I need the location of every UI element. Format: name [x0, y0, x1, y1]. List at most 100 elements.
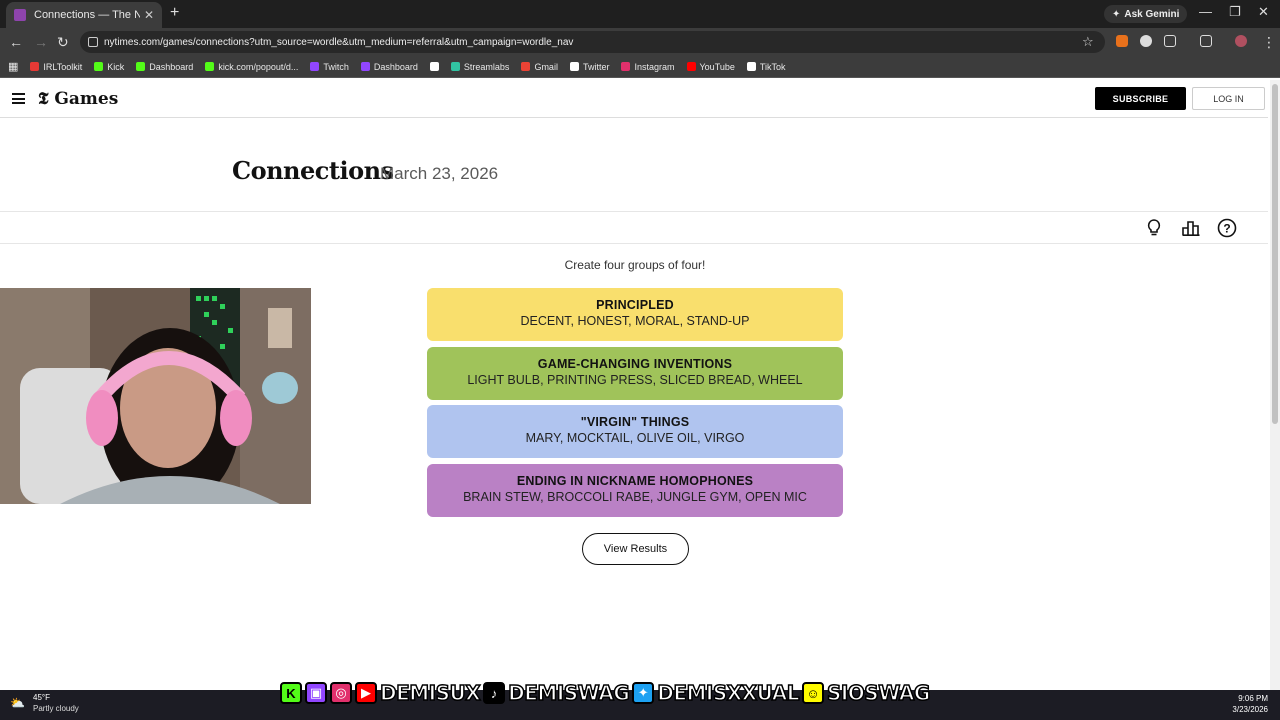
handle-text: DEMISUX	[379, 680, 481, 706]
url-text: nytimes.com/games/connections?utm_source…	[104, 36, 574, 48]
back-icon[interactable]: ←	[9, 34, 23, 50]
bookmark-item[interactable]: Instagram	[621, 61, 675, 72]
bookmark-item[interactable]: YouTube	[686, 62, 735, 72]
bookmark-label: Gmail	[534, 61, 558, 72]
group-members: DECENT, HONEST, MORAL, STAND-UP	[520, 314, 750, 328]
handle-text: DEMISWAG	[507, 680, 630, 706]
site-header: 𝕿 Games SUBSCRIBE LOG IN	[0, 80, 1268, 118]
bookmark-item[interactable]: Dashboard	[136, 62, 193, 72]
close-tab-icon[interactable]: ✕	[144, 8, 154, 22]
bookmark-item[interactable]: Twitch	[310, 62, 349, 72]
close-window-icon[interactable]: ✕	[1258, 4, 1269, 20]
instagram-icon: ◎	[330, 682, 352, 704]
solved-group-purple: ENDING IN NICKNAME HOMOPHONES BRAIN STEW…	[427, 464, 843, 517]
bookmark-item[interactable]: TikTok	[746, 61, 786, 72]
bookmark-label: Streamlabs	[463, 61, 510, 72]
group-members: MARY, MOCKTAIL, OLIVE OIL, VIRGO	[525, 431, 745, 445]
group-members: BRAIN STEW, BROCCOLI RABE, JUNGLE GYM, O…	[463, 490, 807, 504]
instructions-text: Create four groups of four!	[564, 258, 706, 272]
reload-icon[interactable]: ↻	[57, 34, 69, 51]
restore-icon[interactable]: ❐	[1229, 4, 1241, 20]
twitter-icon: ✦	[632, 682, 655, 704]
forward-icon[interactable]: →	[34, 34, 48, 50]
menu-dots-icon[interactable]: ⋮	[1262, 34, 1276, 51]
system-clock[interactable]: 9:06 PM 3/23/2026	[1224, 693, 1268, 715]
youtube-icon: ▶	[355, 682, 377, 704]
bookmark-item[interactable]: Twitter	[569, 61, 610, 72]
divider	[0, 211, 1268, 212]
bookmark-favicon-icon	[30, 62, 40, 71]
bookmark-star-icon[interactable]: ☆	[1082, 34, 1094, 50]
solved-group-green: GAME-CHANGING INVENTIONS LIGHT BULB, PRI…	[427, 347, 843, 400]
page-title: Connections	[232, 156, 394, 185]
browser-toolbar: ← → ↻ nytimes.com/games/connections?utm_…	[0, 28, 1280, 56]
bookmark-favicon-icon	[136, 62, 146, 71]
bookmark-favicon-icon	[205, 62, 215, 71]
bookmark-item[interactable]: kick.com/popout/d...	[205, 62, 298, 72]
side-panel-icon[interactable]	[1200, 35, 1212, 47]
weather-temp: 45°F	[33, 693, 50, 702]
weather-desc: Partly cloudy	[33, 704, 79, 713]
help-icon[interactable]: ?	[1216, 217, 1238, 239]
weather-icon[interactable]: ⛅	[10, 696, 25, 710]
puzzle-date: March 23, 2026	[380, 164, 499, 183]
bookmarks-bar: ▦ IRLToolkit Kick Dashboard kick.com/popout…	[0, 56, 1280, 78]
hamburger-menu-icon[interactable]	[12, 93, 25, 104]
login-button[interactable]: LOG IN	[1192, 87, 1265, 110]
handle-text: DEMISXXUAL	[657, 680, 801, 706]
group-title: "VIRGIN" THINGS	[580, 415, 690, 429]
group-title: ENDING IN NICKNAME HOMOPHONES	[516, 474, 754, 488]
tab-title: Connections — The New York	[34, 9, 140, 21]
extension-icon[interactable]	[1140, 35, 1152, 47]
site-info-icon[interactable]	[88, 37, 98, 47]
minimize-icon[interactable]: —	[1199, 4, 1212, 19]
bookmark-favicon-icon	[429, 62, 439, 71]
bookmark-item[interactable]: Gmail	[521, 62, 558, 72]
bookmark-label: IRLToolkit	[43, 61, 83, 72]
scrollbar-thumb[interactable]	[1272, 84, 1278, 424]
logo-text: Games	[54, 89, 119, 109]
bookmark-favicon-icon	[569, 62, 579, 71]
hint-lightbulb-icon[interactable]	[1143, 217, 1165, 239]
bookmark-item[interactable]	[429, 62, 439, 71]
bookmark-item[interactable]: Streamlabs	[450, 61, 510, 72]
solved-group-blue: "VIRGIN" THINGS MARY, MOCKTAIL, OLIVE OI…	[427, 405, 843, 458]
nyt-games-logo[interactable]: 𝕿 Games	[38, 89, 118, 109]
view-results-button[interactable]: View Results	[582, 533, 689, 565]
browser-tab[interactable]: Connections — The New York ✕	[6, 2, 162, 28]
bookmark-label: Twitch	[323, 61, 349, 72]
ask-gemini-button[interactable]: ✦ Ask Gemini	[1104, 5, 1188, 23]
address-bar[interactable]: nytimes.com/games/connections?utm_source…	[80, 31, 1105, 53]
group-title: PRINCIPLED	[596, 298, 674, 312]
bookmark-label: Instagram	[634, 61, 675, 72]
ask-gemini-label: Ask Gemini	[1124, 8, 1180, 20]
clock-time: 9:06 PM	[1238, 694, 1268, 703]
extension-icon[interactable]	[1116, 35, 1128, 47]
bookmark-label: Dashboard	[373, 61, 418, 72]
bookmark-label: TikTok	[759, 61, 786, 72]
subscribe-button[interactable]: SUBSCRIBE	[1095, 87, 1186, 110]
extensions-puzzle-icon[interactable]	[1164, 35, 1176, 47]
gemini-sparkle-icon: ✦	[1112, 8, 1121, 20]
bookmark-favicon-icon	[621, 62, 631, 71]
bookmark-label: Kick	[107, 61, 125, 72]
profile-avatar[interactable]	[1235, 35, 1247, 47]
webcam-overlay	[0, 288, 311, 504]
solved-group-yellow: PRINCIPLED DECENT, HONEST, MORAL, STAND-…	[427, 288, 843, 341]
bookmark-item[interactable]: Kick	[94, 62, 124, 72]
tiktok-icon: ♪	[483, 682, 506, 704]
svg-text:?: ?	[1223, 222, 1230, 236]
bookmark-favicon-icon	[310, 62, 320, 71]
stats-chart-icon[interactable]	[1180, 217, 1202, 239]
bookmark-favicon-icon	[450, 62, 460, 71]
bookmark-item[interactable]: Dashboard	[360, 61, 418, 72]
group-title: GAME-CHANGING INVENTIONS	[537, 357, 733, 371]
clock-date: 3/23/2026	[1232, 705, 1268, 714]
bookmark-label: Twitter	[582, 61, 610, 72]
connections-favicon-icon	[14, 9, 26, 21]
group-members: LIGHT BULB, PRINTING PRESS, SLICED BREAD…	[467, 373, 803, 387]
page-scrollbar[interactable]	[1270, 80, 1280, 690]
new-tab-icon[interactable]: +	[170, 4, 179, 22]
apps-grid-icon[interactable]: ▦	[8, 60, 18, 73]
bookmark-item[interactable]: IRLToolkit	[30, 62, 82, 72]
